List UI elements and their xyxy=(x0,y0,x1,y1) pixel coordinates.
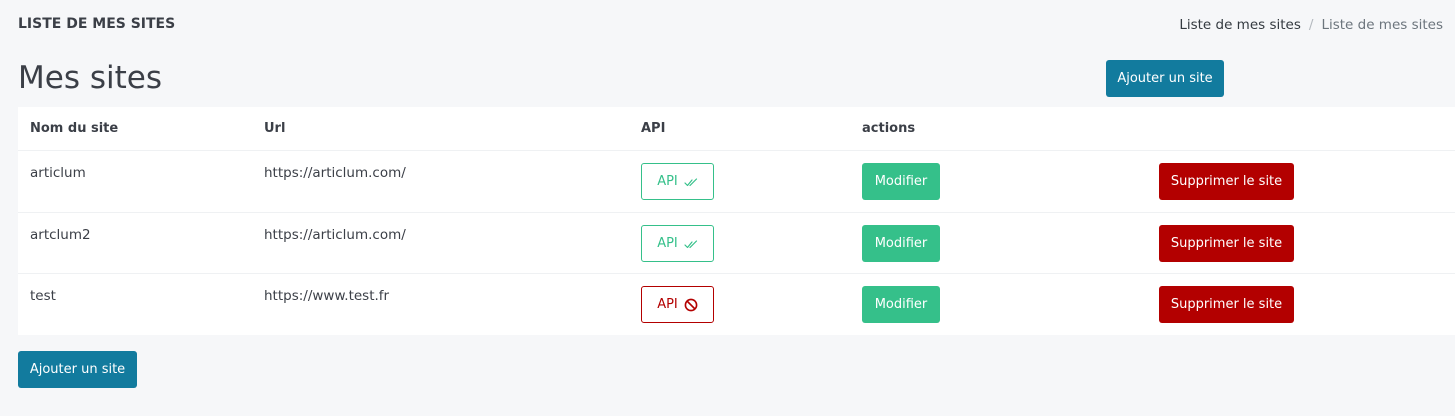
column-header-actions: actions xyxy=(862,121,916,136)
site-url: https://articlum.com/ xyxy=(264,165,406,181)
delete-site-button[interactable]: Supprimer le site xyxy=(1159,163,1294,200)
api-status-button[interactable]: API xyxy=(641,286,714,323)
site-url: https://articlum.com/ xyxy=(264,227,406,243)
api-status-button[interactable]: API xyxy=(641,225,714,262)
table-header-row: Nom du site Url API actions xyxy=(18,107,1455,151)
site-name: artclum2 xyxy=(30,227,91,243)
site-name: test xyxy=(30,288,56,304)
page-title: Mes sites xyxy=(18,60,162,96)
api-label: API xyxy=(657,297,678,312)
double-check-icon xyxy=(684,239,697,248)
api-label: API xyxy=(657,236,678,251)
ban-icon xyxy=(684,298,698,311)
table-row: test https://www.test.fr API Modifier Su… xyxy=(18,274,1455,335)
api-status-button[interactable]: API xyxy=(641,163,714,200)
column-header-name: Nom du site xyxy=(30,121,119,136)
edit-site-button[interactable]: Modifier xyxy=(862,286,940,323)
page: LISTE DE MES SITES Liste de mes sites / … xyxy=(0,0,1455,416)
api-label: API xyxy=(657,174,678,189)
delete-site-button[interactable]: Supprimer le site xyxy=(1159,225,1294,262)
sites-table: Nom du site Url API actions articlum htt… xyxy=(18,107,1455,335)
site-name: articlum xyxy=(30,165,86,181)
table-row: artclum2 https://articlum.com/ API Modif… xyxy=(18,213,1455,274)
column-header-api: API xyxy=(641,121,666,136)
add-site-button-bottom[interactable]: Ajouter un site xyxy=(18,351,137,388)
breadcrumb-separator: / xyxy=(1308,17,1314,33)
table-row: articlum https://articlum.com/ API Modif… xyxy=(18,151,1455,213)
breadcrumb-link[interactable]: Liste de mes sites xyxy=(1179,17,1301,33)
breadcrumb-current: Liste de mes sites xyxy=(1321,17,1443,33)
edit-site-button[interactable]: Modifier xyxy=(862,225,940,262)
delete-site-button[interactable]: Supprimer le site xyxy=(1159,286,1294,323)
column-header-url: Url xyxy=(264,121,286,136)
page-header-title: LISTE DE MES SITES xyxy=(18,16,176,32)
edit-site-button[interactable]: Modifier xyxy=(862,163,940,200)
double-check-icon xyxy=(684,177,697,186)
site-url: https://www.test.fr xyxy=(264,288,390,304)
breadcrumb: Liste de mes sites / Liste de mes sites xyxy=(1179,17,1443,33)
add-site-button-top[interactable]: Ajouter un site xyxy=(1106,60,1224,97)
